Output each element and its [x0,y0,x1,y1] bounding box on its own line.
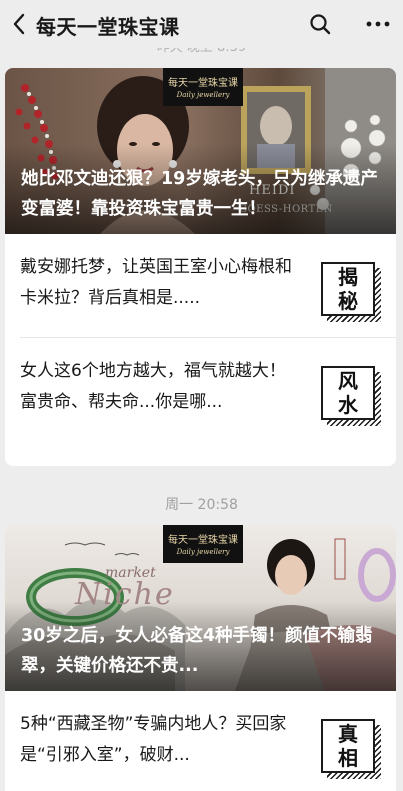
page-title: 每天一堂珠宝课 [36,15,180,39]
thumbnail-label: 揭 秘 [321,262,375,316]
more-horizontal-icon [366,21,390,27]
cover-article[interactable]: HEIDI GOESS-HORTEN 每天一堂珠宝课 Daily jewelle… [5,68,396,234]
top-nav-bar: 每天一堂珠宝课 [0,0,403,48]
more-button[interactable] [362,10,394,38]
article-group-card: 每天一堂珠宝课 Daily jewellery market Niche 30岁… [5,525,396,791]
brand-logo: 每天一堂珠宝课 Daily jewellery [163,68,243,106]
thumbnail-label: 真 相 [321,719,375,773]
article-title: 戴安娜托梦，让英国王室小心梅根和卡米拉？背后真相是..... [20,257,292,308]
article-title: 女人这6个地方越大，福气就越大！富贵命、帮夫命...你是哪... [20,361,286,412]
cover-article[interactable]: 每天一堂珠宝课 Daily jewellery market Niche 30岁… [5,525,396,691]
article-list-item[interactable]: 5种“西藏圣物”专骗内地人？买回家是“引邪入室”，破财... 真 相 [5,691,396,791]
back-button[interactable] [4,9,34,39]
article-thumbnail: 揭 秘 [321,262,381,322]
cover-title: 30岁之后，女人必备这4种手镯！颜值不输翡翠，关键价格还不贵... [21,626,373,676]
article-thumbnail: 风 水 [321,366,381,426]
brand-logo: 每天一堂珠宝课 Daily jewellery [163,525,243,563]
search-button[interactable] [306,10,334,38]
article-list-item[interactable]: 戴安娜托梦，让英国王室小心梅根和卡米拉？背后真相是..... 揭 秘 [5,234,396,338]
search-icon [310,14,331,35]
article-title: 5种“西藏圣物”专骗内地人？买回家是“引邪入室”，破财... [20,714,287,765]
cover-title: 她比邓文迪还狠？19岁嫁老头，只为继承遗产变富婆！靠投资珠宝富贵一生！ [21,169,378,219]
timestamp: 周一 20:58 [165,497,238,513]
article-list-item[interactable]: 女人这6个地方越大，福气就越大！富贵命、帮夫命...你是哪... 风 水 [5,338,396,442]
chevron-left-icon [13,13,25,35]
article-thumbnail: 真 相 [321,719,381,779]
thumbnail-label: 风 水 [321,366,375,420]
article-group-card: HEIDI GOESS-HORTEN 每天一堂珠宝课 Daily jewelle… [5,68,396,466]
